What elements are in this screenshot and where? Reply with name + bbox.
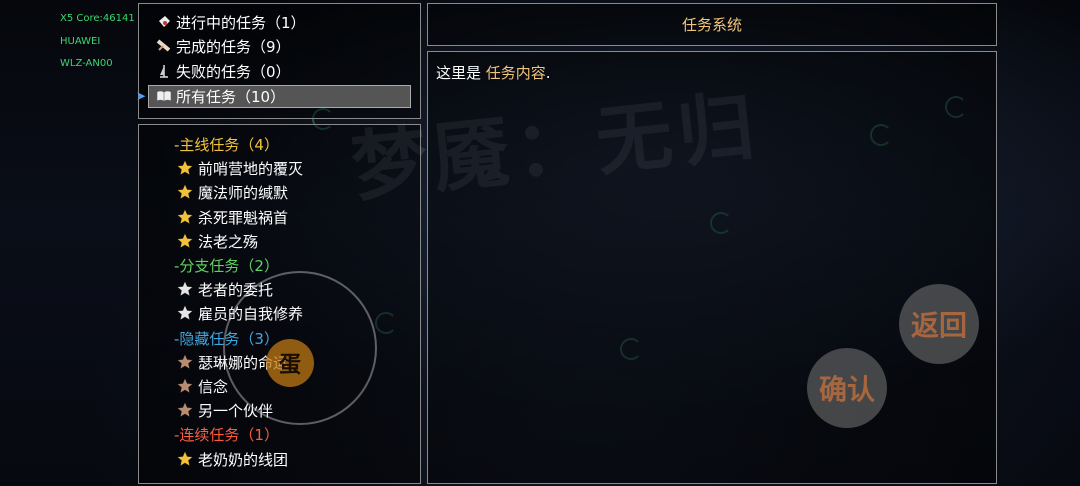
star-icon xyxy=(176,183,194,200)
category-label: 进行中的任务（1） xyxy=(176,13,306,32)
quest-item-label: 法老之殇 xyxy=(198,232,259,251)
book-icon xyxy=(155,87,173,105)
content-highlight: 任务内容 xyxy=(485,64,546,82)
category-all[interactable]: 所有任务（10） xyxy=(155,85,285,107)
category-failed[interactable]: 失败的任务（0） xyxy=(155,60,291,82)
star-icon xyxy=(176,232,194,249)
star-icon xyxy=(176,377,194,394)
star-icon xyxy=(176,280,194,297)
selection-arrow-icon: ➤ xyxy=(136,89,147,103)
quest-item[interactable]: 老奶奶的线团 xyxy=(176,448,288,470)
star-icon xyxy=(176,450,194,467)
confirm-button[interactable]: 确认 xyxy=(807,348,887,428)
quest-item-label: 杀死罪魁祸首 xyxy=(198,208,289,227)
quest-item-label: 信念 xyxy=(198,377,229,396)
quest-item[interactable]: 法老之殇 xyxy=(176,230,258,252)
quest-group-header[interactable]: -分支任务（2） xyxy=(174,254,279,276)
category-label: 所有任务（10） xyxy=(176,87,286,106)
quest-item-label: 前哨营地的覆灭 xyxy=(198,159,304,178)
debug-model-text: WLZ-AN00 xyxy=(60,58,113,69)
content-prefix: 这里是 xyxy=(436,64,486,82)
broken-flag-icon xyxy=(155,62,173,80)
star-icon xyxy=(176,353,194,370)
joystick-knob[interactable]: 蛋 xyxy=(266,339,314,387)
star-icon xyxy=(176,401,194,418)
debug-brand-text: HUAWEI xyxy=(60,36,101,47)
star-icon xyxy=(176,304,194,321)
category-in-progress[interactable]: 进行中的任务（1） xyxy=(155,11,306,33)
quest-item[interactable]: 杀死罪魁祸首 xyxy=(176,206,288,228)
category-completed[interactable]: 完成的任务（9） xyxy=(155,35,291,57)
star-icon xyxy=(176,208,194,225)
panel-title: 任务系统 xyxy=(681,16,742,34)
content-suffix: . xyxy=(545,64,551,82)
quest-item[interactable]: 魔法师的缄默 xyxy=(176,181,288,203)
quest-item[interactable]: 信念 xyxy=(176,375,228,397)
quest-content-text: 这里是 任务内容. xyxy=(436,62,551,83)
debug-core-text: X5 Core:46141 xyxy=(60,13,135,24)
category-label: 失败的任务（0） xyxy=(176,62,291,81)
quest-item-label: 老奶奶的线团 xyxy=(198,450,289,469)
quest-item[interactable]: 前哨营地的覆灭 xyxy=(176,157,303,179)
category-label: 完成的任务（9） xyxy=(176,37,291,56)
quest-group-header[interactable]: -主线任务（4） xyxy=(174,133,279,155)
star-icon xyxy=(176,159,194,176)
scroll-open-icon xyxy=(155,37,173,55)
quest-content-panel xyxy=(427,51,997,484)
back-button[interactable]: 返回 xyxy=(899,284,979,364)
scroll-sealed-icon xyxy=(155,13,173,31)
quest-group-header[interactable]: -连续任务（1） xyxy=(174,423,279,445)
quest-item-label: 魔法师的缄默 xyxy=(198,183,289,202)
